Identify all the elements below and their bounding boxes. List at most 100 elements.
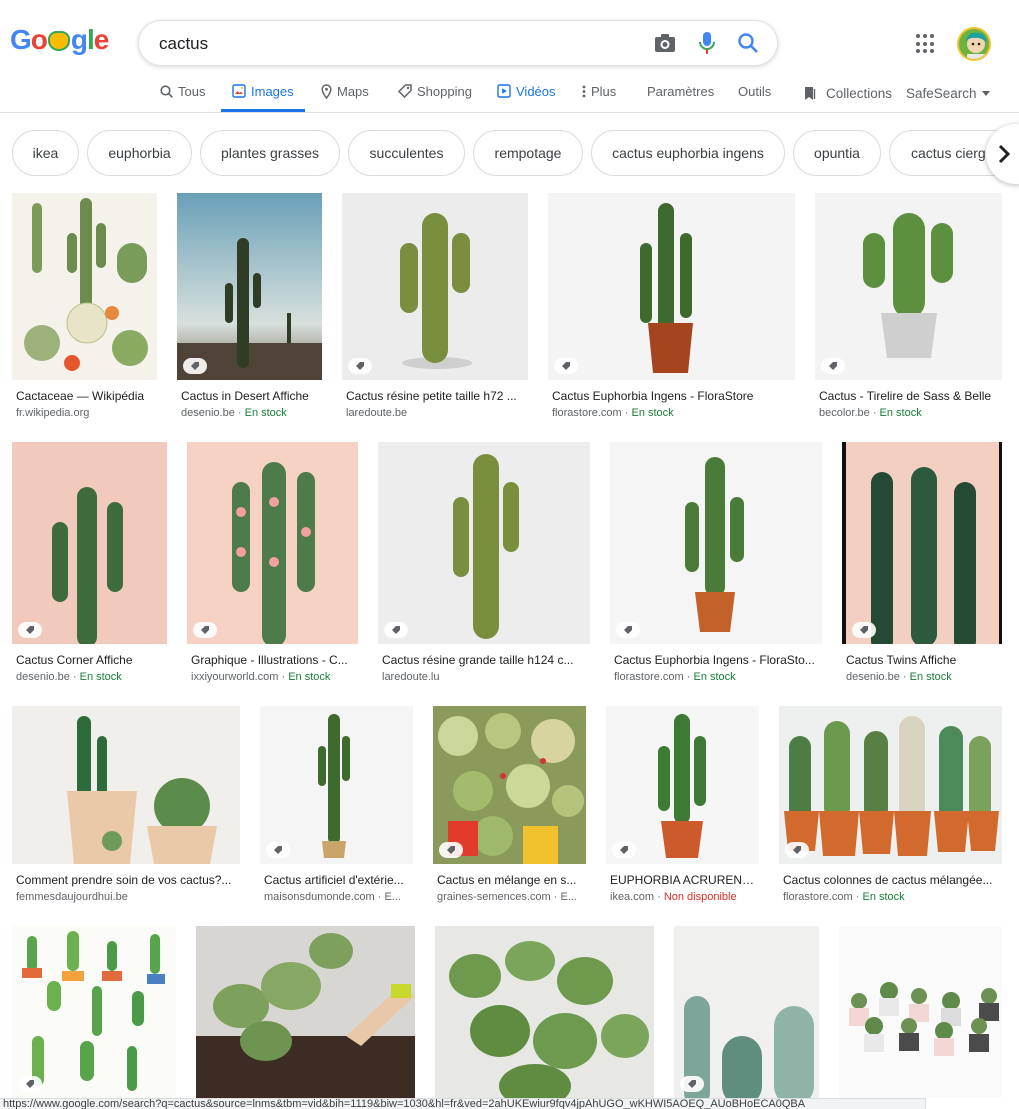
result-thumbnail	[177, 193, 322, 380]
chip[interactable]: succulentes	[348, 130, 465, 176]
result-thumbnail	[433, 706, 586, 864]
microphone-icon[interactable]	[695, 31, 719, 55]
result-thumbnail	[187, 442, 358, 644]
tab-parametres[interactable]: Paramètres	[647, 70, 714, 112]
result-domain: graines-semences.com · E...	[437, 891, 577, 903]
image-result[interactable]: Cactus Twins Affiche desenio.be · En sto…	[842, 442, 1002, 688]
result-domain: desenio.be	[846, 671, 900, 683]
result-domain: ixxiyourworld.com	[191, 671, 279, 683]
result-thumbnail	[12, 706, 240, 864]
apps-grid-icon[interactable]	[916, 34, 936, 54]
chip[interactable]: euphorbia	[87, 130, 192, 176]
tab-label: Tous	[178, 83, 206, 99]
result-domain: fr.wikipedia.org	[16, 407, 90, 419]
image-result[interactable]: Cactus résine grande taille h124 c... la…	[378, 442, 590, 688]
result-source: ikea.com · Non disponible	[610, 891, 737, 903]
product-tag-icon	[554, 358, 578, 374]
result-domain: laredoute.be	[346, 407, 408, 419]
result-thumbnail	[12, 926, 176, 1098]
tab-shopping[interactable]: Shopping	[398, 70, 472, 112]
image-result[interactable]: Cactus - Tirelire de Sass & Belle becolo…	[815, 193, 1002, 419]
result-domain: desenio.be	[16, 671, 70, 683]
product-tag-icon	[852, 622, 876, 638]
product-tag-icon	[785, 842, 809, 858]
chip[interactable]: rempotage	[473, 130, 583, 176]
search-icon	[160, 84, 173, 98]
tab-videos[interactable]: Vidéos	[497, 70, 556, 112]
active-tab-indicator	[221, 109, 305, 112]
tab-label: Vidéos	[516, 83, 556, 99]
product-tag-icon	[18, 622, 42, 638]
stock-status: En stock	[631, 407, 674, 419]
bookmark-icon	[805, 87, 816, 100]
result-source: laredoute.be	[346, 407, 528, 419]
result-domain: florastore.com	[552, 407, 622, 419]
image-result[interactable]	[839, 926, 1002, 1098]
product-tag-icon	[821, 358, 845, 374]
tab-label: Outils	[738, 83, 772, 99]
stock-status: En stock	[693, 671, 736, 683]
tab-plus[interactable]: Plus	[582, 70, 616, 112]
tab-maps[interactable]: Maps	[321, 70, 369, 112]
tab-outils[interactable]: Outils	[738, 70, 771, 112]
result-thumbnail	[12, 193, 157, 380]
safesearch-button[interactable]: SafeSearch	[906, 72, 990, 114]
image-result[interactable]: Cactus résine petite taille h72 ... lare…	[342, 193, 528, 419]
image-result[interactable]: Cactaceae — Wikipédia fr.wikipedia.org	[12, 193, 157, 419]
collections-button[interactable]: Collections	[802, 72, 892, 114]
result-title: Cactus artificiel d'extérie...	[264, 873, 404, 887]
result-thumbnail	[342, 193, 528, 380]
chevron-right-icon	[998, 144, 1010, 164]
result-title: Comment prendre soin de vos cactus?...	[16, 873, 232, 887]
product-tag-icon	[439, 842, 463, 858]
result-title: Cactus résine grande taille h124 c...	[382, 653, 574, 667]
image-result[interactable]: Cactus en mélange en s... graines-semenc…	[433, 706, 586, 906]
image-result[interactable]: Cactus colonnes de cactus mélangée... fl…	[779, 706, 1002, 906]
caret-down-icon	[981, 90, 990, 96]
google-logo[interactable]: Go gle	[10, 24, 109, 60]
result-title: Cactus résine petite taille h72 ...	[346, 389, 517, 403]
image-result[interactable]: Cactus Euphorbia Ingens - FloraStore flo…	[548, 193, 795, 419]
image-result[interactable]	[435, 926, 654, 1098]
image-result[interactable]: Cactus Euphorbia Ingens - FloraSto... fl…	[610, 442, 822, 688]
result-source: ixxiyourworld.com · En stock	[191, 671, 331, 683]
image-result[interactable]: Cactus artificiel d'extérie... maisonsdu…	[260, 706, 413, 906]
chip[interactable]: opuntia	[793, 130, 881, 176]
result-source: florastore.com · En stock	[783, 891, 905, 903]
result-thumbnail	[548, 193, 795, 380]
safesearch-label: SafeSearch	[906, 85, 977, 101]
tab-label: Maps	[337, 83, 369, 99]
image-result[interactable]	[674, 926, 819, 1098]
result-source: fr.wikipedia.org	[16, 407, 157, 419]
result-title: Cactus Euphorbia Ingens - FloraStore	[552, 389, 754, 403]
result-thumbnail	[378, 442, 590, 644]
stock-status: En stock	[862, 891, 905, 903]
tab-label: Shopping	[417, 83, 472, 99]
image-icon	[232, 84, 246, 98]
result-source: laredoute.lu	[382, 671, 590, 683]
image-result[interactable]: Cactus Corner Affiche desenio.be · En st…	[12, 442, 167, 688]
image-result[interactable]: Comment prendre soin de vos cactus?... f…	[12, 706, 240, 906]
image-result[interactable]: Cactus in Desert Affiche desenio.be · En…	[177, 193, 322, 419]
chip[interactable]: cactus euphorbia ingens	[591, 130, 785, 176]
image-result[interactable]	[196, 926, 415, 1098]
product-tag-icon	[612, 842, 636, 858]
result-source: desenio.be · En stock	[181, 407, 287, 419]
stock-status: En stock	[288, 671, 331, 683]
search-input[interactable]	[159, 33, 629, 55]
image-result[interactable]: EUPHORBIA ACRURENSI... ikea.com · Non di…	[606, 706, 759, 906]
stock-status: En stock	[879, 407, 922, 419]
result-domain: becolor.be	[819, 407, 870, 419]
tab-tous[interactable]: Tous	[160, 70, 205, 112]
camera-icon[interactable]	[653, 31, 677, 55]
tab-images[interactable]: Images	[221, 70, 305, 112]
product-tag-icon	[18, 1076, 42, 1092]
result-domain: femmesdaujourdhui.be	[16, 891, 128, 903]
product-tag-icon	[384, 622, 408, 638]
image-result[interactable]	[12, 926, 176, 1098]
image-result[interactable]: Graphique - Illustrations - C... ixxiyou…	[187, 442, 358, 688]
chip[interactable]: plantes grasses	[200, 130, 340, 176]
avatar[interactable]	[957, 27, 991, 61]
search-icon[interactable]	[736, 31, 760, 55]
chip[interactable]: ikea	[12, 130, 79, 176]
